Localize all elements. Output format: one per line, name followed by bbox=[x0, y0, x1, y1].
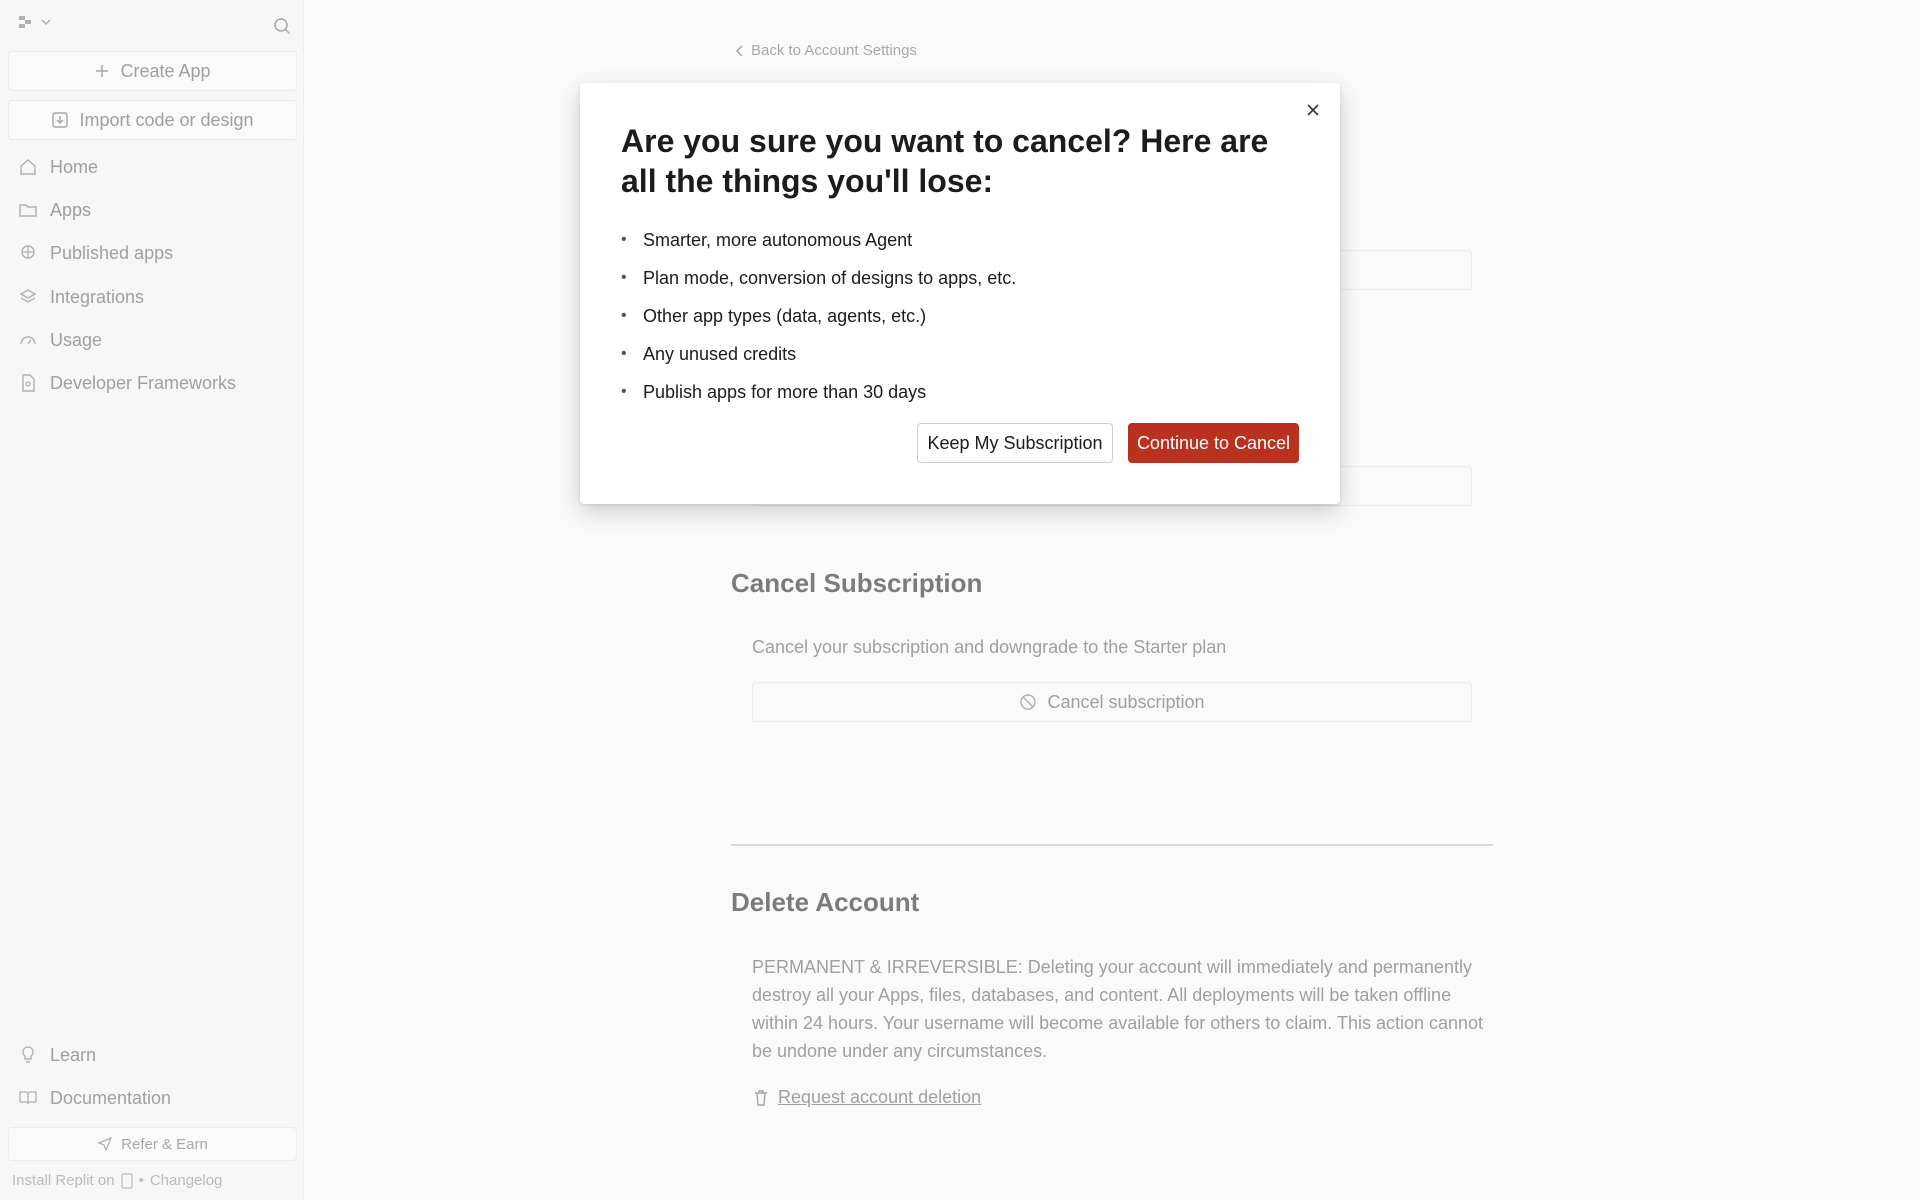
close-dialog-button[interactable] bbox=[1300, 97, 1326, 123]
lost-features-list: Smarter, more autonomous Agent Plan mode… bbox=[621, 221, 1016, 411]
dialog-title: Are you sure you want to cancel? Here ar… bbox=[621, 123, 1269, 199]
list-item: Publish apps for more than 30 days bbox=[621, 373, 1016, 411]
keep-subscription-button[interactable]: Keep My Subscription bbox=[917, 423, 1113, 463]
continue-to-cancel-button[interactable]: Continue to Cancel bbox=[1128, 423, 1299, 463]
list-item: Plan mode, conversion of designs to apps… bbox=[621, 259, 1016, 297]
list-item: Other app types (data, agents, etc.) bbox=[621, 297, 1016, 335]
list-item: Any unused credits bbox=[621, 335, 1016, 373]
list-item: Smarter, more autonomous Agent bbox=[621, 221, 1016, 259]
close-icon bbox=[1307, 104, 1319, 116]
cancel-confirmation-dialog: Are you sure you want to cancel? Here ar… bbox=[580, 83, 1340, 504]
